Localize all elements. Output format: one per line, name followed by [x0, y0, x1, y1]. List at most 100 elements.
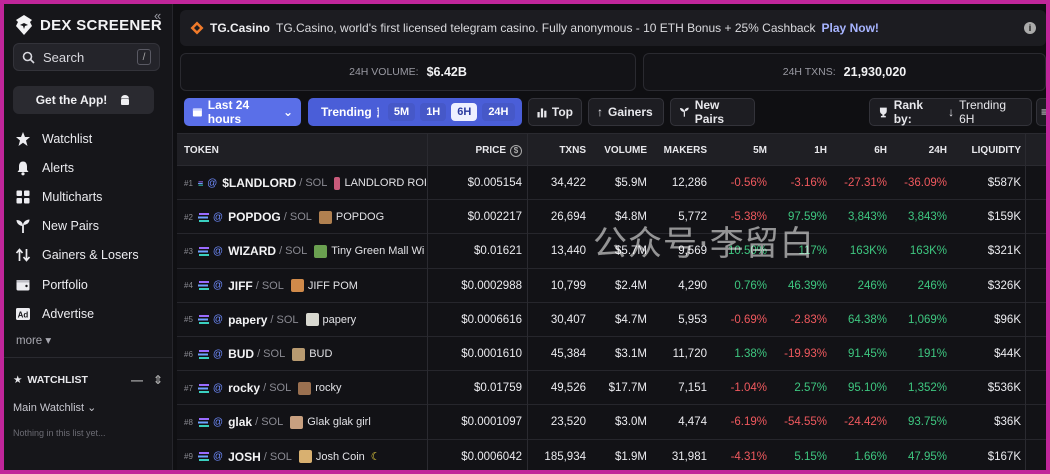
- banner-text: TG.Casino, world's first licensed telegr…: [276, 21, 816, 35]
- cell-h24: 3,843%: [907, 211, 947, 224]
- sidebar-item-alerts[interactable]: Alerts: [14, 153, 164, 182]
- cell-m5: 1.38%: [734, 348, 767, 360]
- column-divider: [1025, 133, 1026, 470]
- table-row[interactable]: #9 @ JOSH / SOL Josh Coin ☾ $0.0006042 185,934 $…: [177, 439, 1046, 470]
- table-row[interactable]: #5 @ papery / SOL papery $0.0006616 30,407 $4.7…: [177, 302, 1046, 337]
- sidebar-item-gainers-losers[interactable]: Gainers & Losers: [14, 241, 164, 270]
- pair-quote: / SOL: [257, 348, 286, 360]
- cell-volume: $17.7M: [608, 382, 647, 395]
- get-app-button[interactable]: Get the App!: [13, 86, 154, 114]
- arrow-down-icon: ↓: [948, 105, 955, 119]
- cell-txns: 30,407: [550, 313, 586, 326]
- sidebar-item-watchlist[interactable]: Watchlist: [14, 124, 164, 153]
- col-6h[interactable]: 6H: [832, 134, 887, 167]
- watermark: 公众号·李留白: [593, 224, 815, 264]
- token-name: POPDOG: [335, 211, 385, 224]
- watchlist-empty-text: Nothing in this list yet...: [13, 428, 106, 438]
- table-row[interactable]: #7 @ rocky / SOL rocky $0.01759 49,526 $17.7M 7,…: [177, 371, 1046, 406]
- watchlist-select-label: Main Watchlist: [13, 402, 85, 414]
- table-row[interactable]: #1 @ $LANDLORD / SOL LANDLORD ROI $0.005154 34…: [177, 166, 1046, 201]
- timeframe-dropdown[interactable]: Last 24 hours ⌄: [184, 98, 301, 126]
- col-24h[interactable]: 24H: [892, 134, 947, 167]
- cell-makers: 4,474: [678, 416, 707, 429]
- search-input[interactable]: Search /: [13, 43, 160, 71]
- watchlist-select[interactable]: Main Watchlist ⌄: [13, 401, 96, 414]
- table-row[interactable]: #6 @ BUD / SOL BUD $0.0001610 45,384 $3.1M 11,72…: [177, 337, 1046, 372]
- info-icon[interactable]: i: [1024, 22, 1036, 34]
- token-cell: #2 @ POPDOG / SOL POPDOG: [184, 200, 427, 234]
- pill-5m[interactable]: 5M: [387, 103, 416, 121]
- col-token[interactable]: TOKEN: [184, 134, 384, 167]
- pair-quote: / SOL: [263, 450, 292, 463]
- cell-h6: -27.31%: [844, 177, 887, 189]
- sidebar-item-multicharts[interactable]: Multicharts: [14, 182, 164, 211]
- token-symbol: glak: [228, 415, 253, 430]
- gainers-button[interactable]: ↑ Gainers: [588, 98, 664, 126]
- sidebar-item-portfolio[interactable]: Portfolio: [14, 270, 164, 299]
- pill-24h[interactable]: 24H: [482, 103, 515, 121]
- cell-h24: 1,069%: [907, 313, 947, 326]
- rank-label: #2: [184, 212, 193, 222]
- cell-liquidity: $96K: [994, 313, 1021, 326]
- sidebar-item-advertise[interactable]: Ad Advertise: [14, 299, 164, 328]
- new-pairs-button[interactable]: New Pairs: [670, 98, 755, 126]
- chain-icon: @: [212, 280, 224, 292]
- ad-banner[interactable]: TG.Casino TG.Casino, world's first licen…: [180, 10, 1046, 46]
- star-icon: ★: [13, 374, 23, 386]
- info-icon: i: [376, 106, 379, 118]
- moon-icon: ☾: [370, 451, 381, 464]
- trending-filter[interactable]: Trending i 5M 1H 6H 24H: [308, 98, 522, 126]
- menu-icon[interactable]: ≡: [1036, 98, 1046, 126]
- col-volume[interactable]: VOLUME: [591, 134, 647, 167]
- cell-h6: -24.42%: [844, 416, 887, 429]
- cell-price: $0.01759: [474, 382, 522, 395]
- rank-by-dropdown[interactable]: Rank by: ↓ Trending 6H: [869, 98, 1032, 126]
- col-makers[interactable]: MAKERS: [652, 134, 707, 167]
- pair-quote: / SOL: [255, 416, 284, 429]
- col-5m[interactable]: 5M: [712, 134, 767, 167]
- col-price[interactable]: PRICE $: [427, 134, 522, 167]
- cell-h6: 246%: [857, 279, 887, 292]
- cell-volume: $5.9M: [615, 177, 647, 189]
- cell-makers: 5,953: [678, 313, 707, 326]
- logo[interactable]: DEX SCREENER: [14, 12, 162, 38]
- banner-cta[interactable]: Play Now!: [822, 21, 879, 35]
- solana-icon: [197, 349, 209, 359]
- rank-by-label: Rank by:: [893, 98, 924, 126]
- sidebar-item-new-pairs[interactable]: New Pairs: [14, 212, 164, 241]
- top-button[interactable]: Top: [528, 98, 582, 126]
- pill-6h[interactable]: 6H: [451, 103, 478, 121]
- sidebar-nav: Watchlist Alerts Multicharts New Pairs G…: [14, 124, 164, 328]
- solana-icon: [197, 383, 209, 393]
- arrows-icon: [14, 246, 32, 264]
- table-row[interactable]: #4 @ JIFF / SOL JIFF POM $0.0002988 10,799 $2.4…: [177, 268, 1046, 303]
- table-row[interactable]: #8 @ glak / SOL Glak glak girl $0.0001097 23,5…: [177, 405, 1046, 440]
- rank-label: #9: [184, 452, 193, 462]
- pair-quote: / SOL: [270, 313, 299, 326]
- expand-icon[interactable]: ⇕: [153, 373, 163, 387]
- more-button[interactable]: more ▾: [16, 333, 51, 347]
- rank-by-value: Trending 6H: [959, 98, 1007, 126]
- solana-icon: [197, 281, 209, 291]
- cell-makers: 12,286: [671, 177, 707, 189]
- get-app-label: Get the App!: [35, 93, 108, 107]
- bar-chart-icon: [537, 107, 547, 117]
- cell-txns: 26,694: [550, 211, 586, 224]
- col-txns[interactable]: TXNS: [527, 134, 586, 167]
- chevron-down-icon: ⌄: [282, 105, 293, 119]
- cell-price: $0.005154: [467, 177, 522, 189]
- pill-1h[interactable]: 1H: [420, 103, 447, 121]
- rank-label: #8: [184, 417, 193, 427]
- collapse-sidebar-icon[interactable]: «: [154, 8, 161, 23]
- chain-icon: @: [212, 314, 224, 326]
- search-icon: [22, 51, 35, 64]
- cell-txns: 49,526: [550, 382, 586, 395]
- pair-quote: / SOL: [255, 279, 284, 292]
- dexscreener-logo-icon: [16, 15, 32, 35]
- col-liquidity[interactable]: LIQUIDITY: [952, 134, 1021, 167]
- minimize-icon[interactable]: —: [131, 373, 143, 387]
- token-avatar: [314, 244, 328, 258]
- col-1h[interactable]: 1H: [772, 134, 827, 167]
- volume-stat: 24H VOLUME: $6.42B: [180, 53, 636, 91]
- cell-m5: -0.56%: [730, 177, 767, 189]
